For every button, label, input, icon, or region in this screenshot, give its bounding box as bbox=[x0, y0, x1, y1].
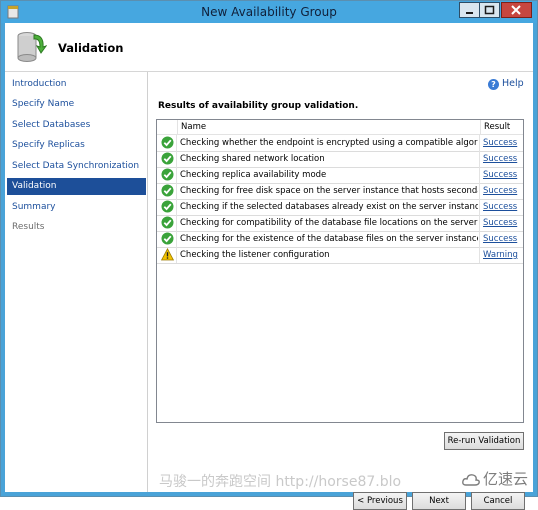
availability-group-icon bbox=[17, 32, 47, 62]
help-label: Help bbox=[502, 78, 524, 89]
page-title: Validation bbox=[58, 41, 124, 55]
grid-header: Name Result bbox=[157, 120, 523, 135]
cloud-logo-icon bbox=[462, 474, 480, 486]
minimize-icon bbox=[466, 12, 473, 14]
brand-name: 亿速云 bbox=[482, 470, 528, 488]
column-header-result[interactable]: Result bbox=[480, 120, 524, 134]
close-icon bbox=[511, 5, 521, 15]
nav-item-results: Results bbox=[12, 222, 45, 232]
page-header: Validation bbox=[5, 23, 533, 72]
table-row[interactable]: Checking replica availability mode Succe… bbox=[157, 167, 523, 184]
minimize-button[interactable] bbox=[459, 2, 480, 18]
nav-item-summary[interactable]: Summary bbox=[7, 199, 146, 216]
table-row[interactable]: Checking for the existence of the databa… bbox=[157, 231, 523, 248]
table-row[interactable]: Checking the listener configuration Warn… bbox=[157, 247, 523, 264]
row-result-link[interactable]: Success bbox=[479, 199, 527, 215]
row-name: Checking shared network location bbox=[176, 151, 478, 167]
nav-item-introduction[interactable]: Introduction bbox=[7, 76, 146, 93]
main-panel: ? Help Results of availability group vali… bbox=[148, 72, 533, 510]
section-title: Results of availability group validation… bbox=[158, 101, 359, 111]
row-name: Checking if the selected databases alrea… bbox=[176, 199, 478, 215]
table-row[interactable]: Checking if the selected databases alrea… bbox=[157, 199, 523, 216]
window-title: New Availability Group bbox=[201, 5, 337, 19]
success-check-icon bbox=[161, 136, 174, 149]
table-row[interactable]: Checking for free disk space on the serv… bbox=[157, 183, 523, 200]
success-check-icon bbox=[161, 168, 174, 181]
table-row[interactable]: Checking for compatibility of the databa… bbox=[157, 215, 523, 232]
row-result-link[interactable]: Success bbox=[479, 167, 527, 183]
row-name: Checking for the existence of the databa… bbox=[176, 231, 478, 247]
table-row[interactable]: Checking whether the endpoint is encrypt… bbox=[157, 135, 523, 152]
nav-item-specify-replicas[interactable]: Specify Replicas bbox=[7, 137, 146, 154]
row-result-link[interactable]: Warning bbox=[479, 247, 527, 263]
close-button[interactable] bbox=[501, 2, 532, 18]
row-result-link[interactable]: Success bbox=[479, 215, 527, 231]
validation-results-grid[interactable]: Name Result Checking whether the endpoin… bbox=[156, 119, 524, 423]
help-link[interactable]: ? Help bbox=[488, 78, 524, 90]
nav-item-select-databases[interactable]: Select Databases bbox=[7, 117, 146, 134]
row-result-link[interactable]: Success bbox=[479, 231, 527, 247]
nav-item-select-data-synchronization[interactable]: Select Data Synchronization bbox=[7, 158, 146, 175]
maximize-icon bbox=[484, 5, 495, 15]
warning-triangle-icon bbox=[161, 248, 174, 261]
watermark-overlay: 马骏一的奔跑空间 http://horse87.blo 亿速云 bbox=[155, 462, 530, 496]
row-name: Checking whether the endpoint is encrypt… bbox=[176, 135, 478, 151]
wizard-window: New Availability Group Validation Introd… bbox=[0, 0, 538, 510]
wizard-nav: Introduction Specify Name Select Databas… bbox=[5, 72, 148, 492]
table-row[interactable]: Checking shared network location Success bbox=[157, 151, 523, 168]
help-icon: ? bbox=[488, 79, 499, 90]
success-check-icon bbox=[161, 200, 174, 213]
maximize-button[interactable] bbox=[479, 2, 500, 18]
watermark-text: 马骏一的奔跑空间 http://horse87.blo bbox=[159, 474, 402, 490]
title-bar[interactable]: New Availability Group bbox=[1, 1, 537, 23]
success-check-icon bbox=[161, 152, 174, 165]
row-name: Checking for compatibility of the databa… bbox=[176, 215, 478, 231]
row-result-link[interactable]: Success bbox=[479, 183, 527, 199]
row-name: Checking replica availability mode bbox=[176, 167, 478, 183]
column-header-name[interactable]: Name bbox=[177, 120, 481, 134]
row-result-link[interactable]: Success bbox=[479, 151, 527, 167]
row-name: Checking the listener configuration bbox=[176, 247, 478, 263]
wizard-client: Validation Introduction Specify Name Sel… bbox=[5, 23, 533, 510]
nav-item-specify-name[interactable]: Specify Name bbox=[7, 96, 146, 113]
brand-watermark: 亿速云 bbox=[462, 468, 528, 489]
success-check-icon bbox=[161, 232, 174, 245]
row-result-link[interactable]: Success bbox=[479, 135, 527, 151]
nav-item-validation[interactable]: Validation bbox=[7, 178, 146, 195]
rerun-validation-button[interactable]: Re-run Validation bbox=[444, 432, 524, 450]
success-check-icon bbox=[161, 184, 174, 197]
success-check-icon bbox=[161, 216, 174, 229]
row-name: Checking for free disk space on the serv… bbox=[176, 183, 478, 199]
